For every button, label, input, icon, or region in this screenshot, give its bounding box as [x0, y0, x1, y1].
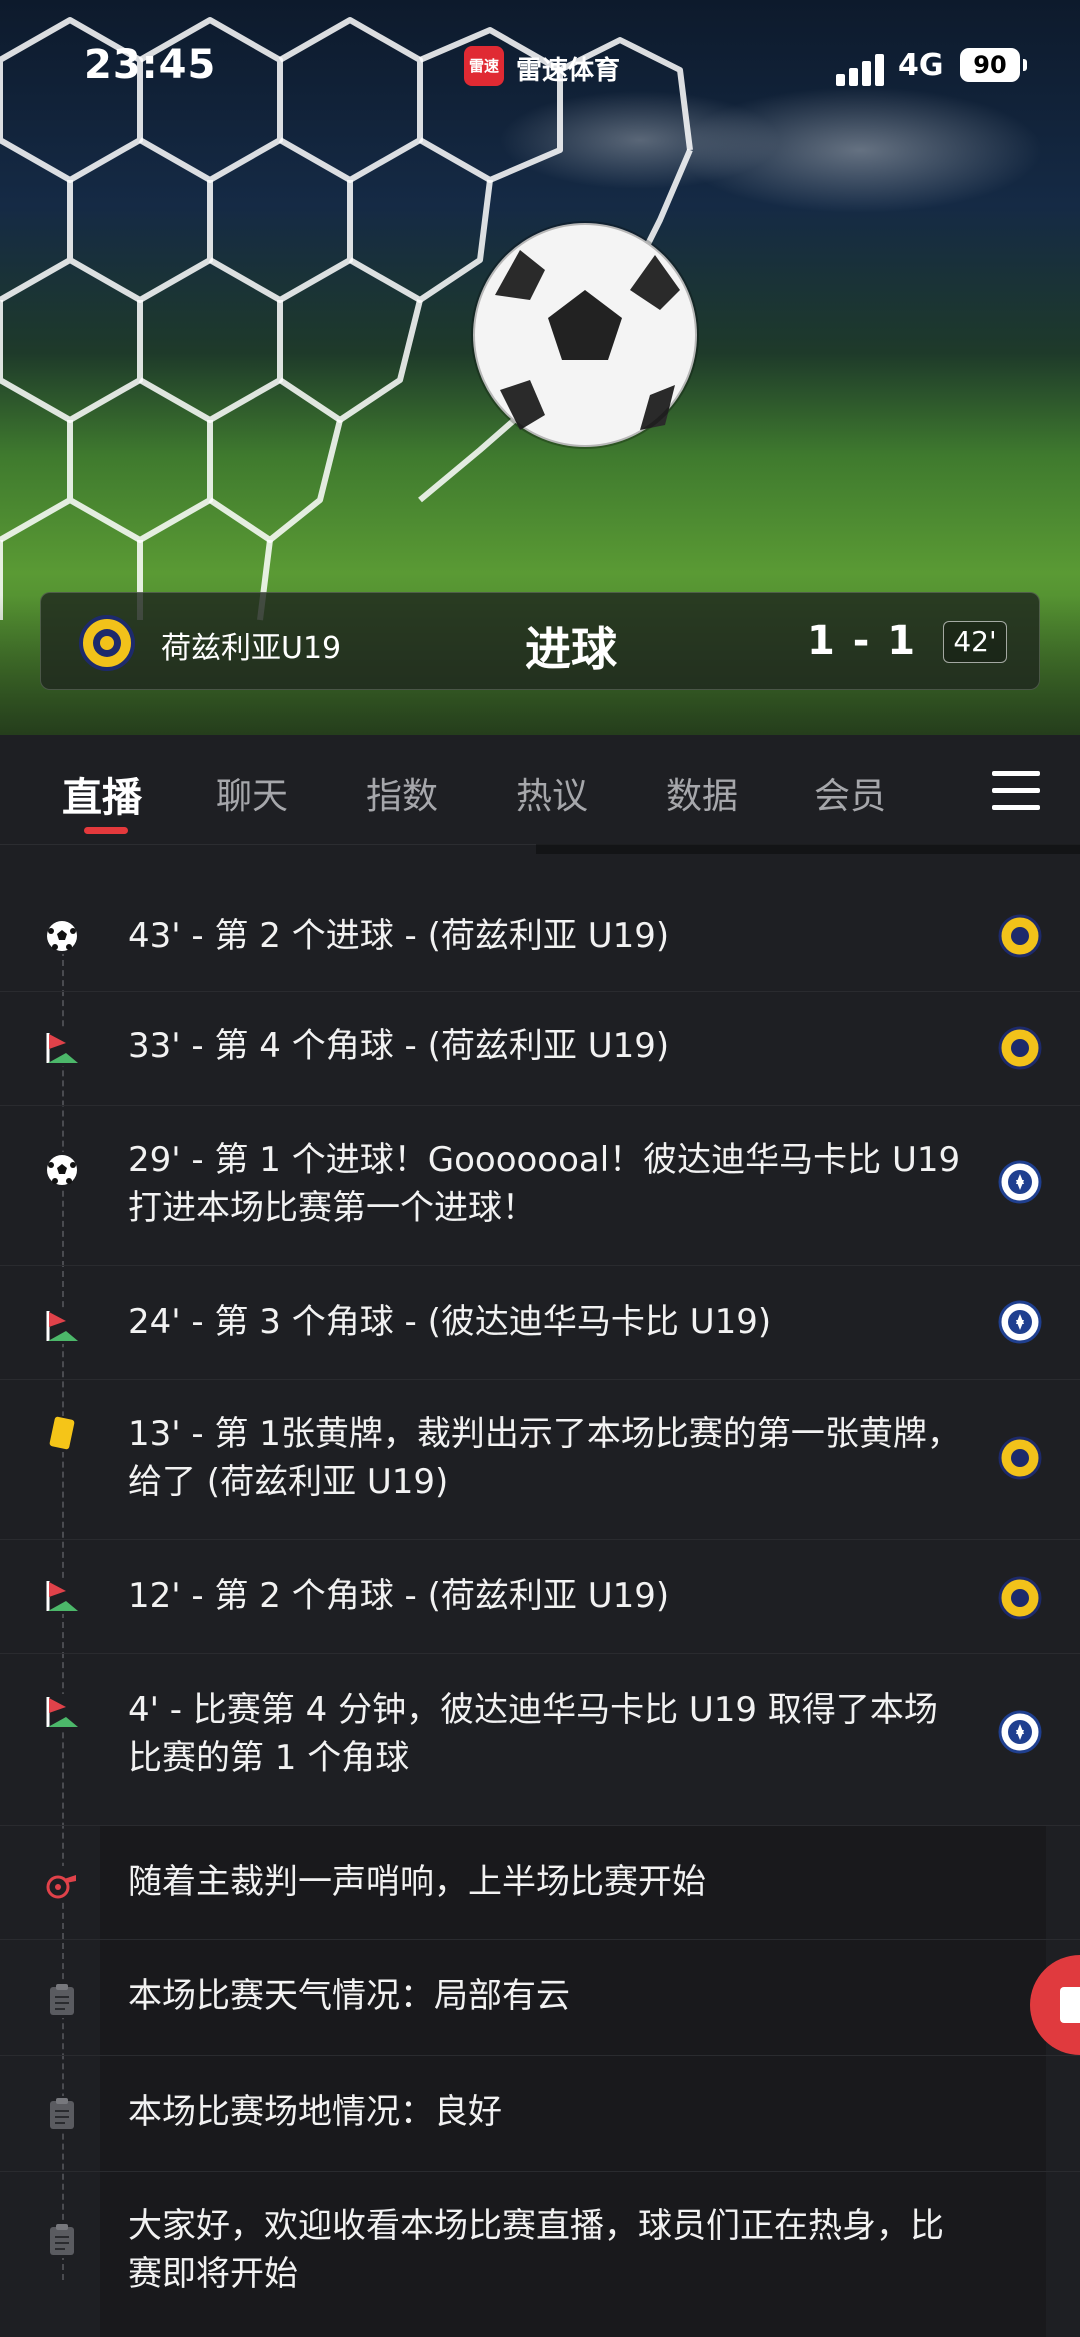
battery-icon: 90 [960, 48, 1027, 82]
corner-flag-icon [44, 1030, 80, 1066]
home-team-badge-icon [998, 1576, 1042, 1620]
event-text: 24' - 第 3 个角球 - (彼达迪华马卡比 U19) [128, 1302, 772, 1342]
corner-flag-icon [44, 1578, 80, 1614]
commentary-row: 本场比赛天气情况：局部有云 [0, 1940, 1080, 2056]
event-text: 12' - 第 2 个角球 - (荷兹利亚 U19) [128, 1576, 670, 1616]
edit-icon [1060, 1987, 1080, 2023]
event-text: 43' - 第 2 个进球 - (荷兹利亚 U19) [128, 916, 670, 956]
corner-flag-icon [44, 1308, 80, 1344]
match-hero-banner: 23:45 雷速 雷速体育 4G 90 荷兹利亚U19 进球 1 - 1 42' [0, 0, 1080, 735]
match-minute: 42' [943, 621, 1007, 663]
tab-membership[interactable]: 会员 [814, 767, 886, 819]
event-row: 29' - 第 1 个进球！Gooooooal！彼达迪华马卡比 U19 打进本场… [0, 1106, 1080, 1266]
tab-odds[interactable]: 指数 [366, 767, 438, 819]
clipboard-icon [44, 2222, 80, 2258]
active-tab-indicator [84, 827, 128, 834]
tab-live[interactable]: 直播 [62, 765, 142, 823]
commentary-row: 本场比赛场地情况：良好 [0, 2056, 1080, 2172]
live-event-feed: 43' - 第 2 个进球 - (荷兹利亚 U19) 33' - 第 4 个角球… [0, 880, 1080, 2337]
event-row: 13' - 第 1张黄牌，裁判出示了本场比赛的第一张黄牌，给了 (荷兹利亚 U1… [0, 1380, 1080, 1540]
home-team-badge-icon [998, 1436, 1042, 1480]
home-team-badge-icon [998, 914, 1042, 958]
event-text: 本场比赛场地情况：良好 [128, 2092, 502, 2132]
event-text: 33' - 第 4 个角球 - (荷兹利亚 U19) [128, 1026, 670, 1066]
clipboard-icon [44, 1982, 80, 2018]
yellow-card-icon [44, 1416, 80, 1452]
event-text: 本场比赛天气情况：局部有云 [128, 1976, 570, 2016]
away-team-badge-icon [998, 1300, 1042, 1344]
event-title: 进球 [525, 622, 617, 676]
event-text: 大家好，欢迎收看本场比赛直播，球员们正在热身，比赛即将开始 [128, 2206, 944, 2294]
event-row: 4' - 比赛第 4 分钟，彼达迪华马卡比 U19 取得了本场比赛的第 1 个角… [0, 1654, 1080, 1826]
home-team-logo-icon [79, 615, 135, 671]
tab-bar: 直播 聊天 指数 热议 数据 会员 [0, 735, 1080, 845]
commentary-row: 随着主裁判一声哨响，上半场比赛开始 [0, 1826, 1080, 1940]
event-row: 43' - 第 2 个进球 - (荷兹利亚 U19) [0, 880, 1080, 992]
team-name: 荷兹利亚U19 [161, 631, 342, 666]
commentary-row: 大家好，欢迎收看本场比赛直播，球员们正在热身，比赛即将开始 [0, 2172, 1080, 2337]
event-text: 4' - 比赛第 4 分钟，彼达迪华马卡比 U19 取得了本场比赛的第 1 个角… [128, 1690, 938, 1778]
app-logo-icon: 雷速 [464, 46, 504, 86]
home-team-badge-icon [998, 1026, 1042, 1070]
event-text: 29' - 第 1 个进球！Gooooooal！彼达迪华马卡比 U19 打进本场… [128, 1140, 961, 1228]
status-bar: 23:45 雷速 雷速体育 4G 90 [0, 0, 1080, 130]
tab-chat[interactable]: 聊天 [216, 767, 288, 819]
away-team-badge-icon [998, 1710, 1042, 1754]
soccer-ball-icon [44, 918, 80, 954]
status-time: 23:45 [84, 42, 217, 88]
event-row: 24' - 第 3 个角球 - (彼达迪华马卡比 U19) [0, 1266, 1080, 1380]
tab-data[interactable]: 数据 [666, 767, 738, 819]
soccer-ball-icon [44, 1152, 80, 1188]
event-text: 随着主裁判一声哨响，上半场比赛开始 [128, 1862, 706, 1902]
scoreboard: 荷兹利亚U19 进球 1 - 1 42' [40, 592, 1040, 690]
network-type: 4G [898, 48, 944, 83]
tab-discussion[interactable]: 热议 [516, 767, 588, 819]
away-team-badge-icon [998, 1160, 1042, 1204]
event-text: 13' - 第 1张黄牌，裁判出示了本场比赛的第一张黄牌，给了 (荷兹利亚 U1… [128, 1414, 961, 1502]
soccer-ball-image [471, 221, 699, 449]
corner-flag-icon [44, 1694, 80, 1730]
event-row: 12' - 第 2 个角球 - (荷兹利亚 U19) [0, 1540, 1080, 1654]
app-name: 雷速体育 [516, 56, 621, 86]
match-score: 1 - 1 [807, 618, 918, 664]
clipboard-icon [44, 2096, 80, 2132]
signal-icon [836, 52, 886, 86]
event-row: 33' - 第 4 个角球 - (荷兹利亚 U19) [0, 992, 1080, 1106]
menu-icon[interactable] [992, 771, 1040, 811]
whistle-icon [44, 1866, 80, 1902]
